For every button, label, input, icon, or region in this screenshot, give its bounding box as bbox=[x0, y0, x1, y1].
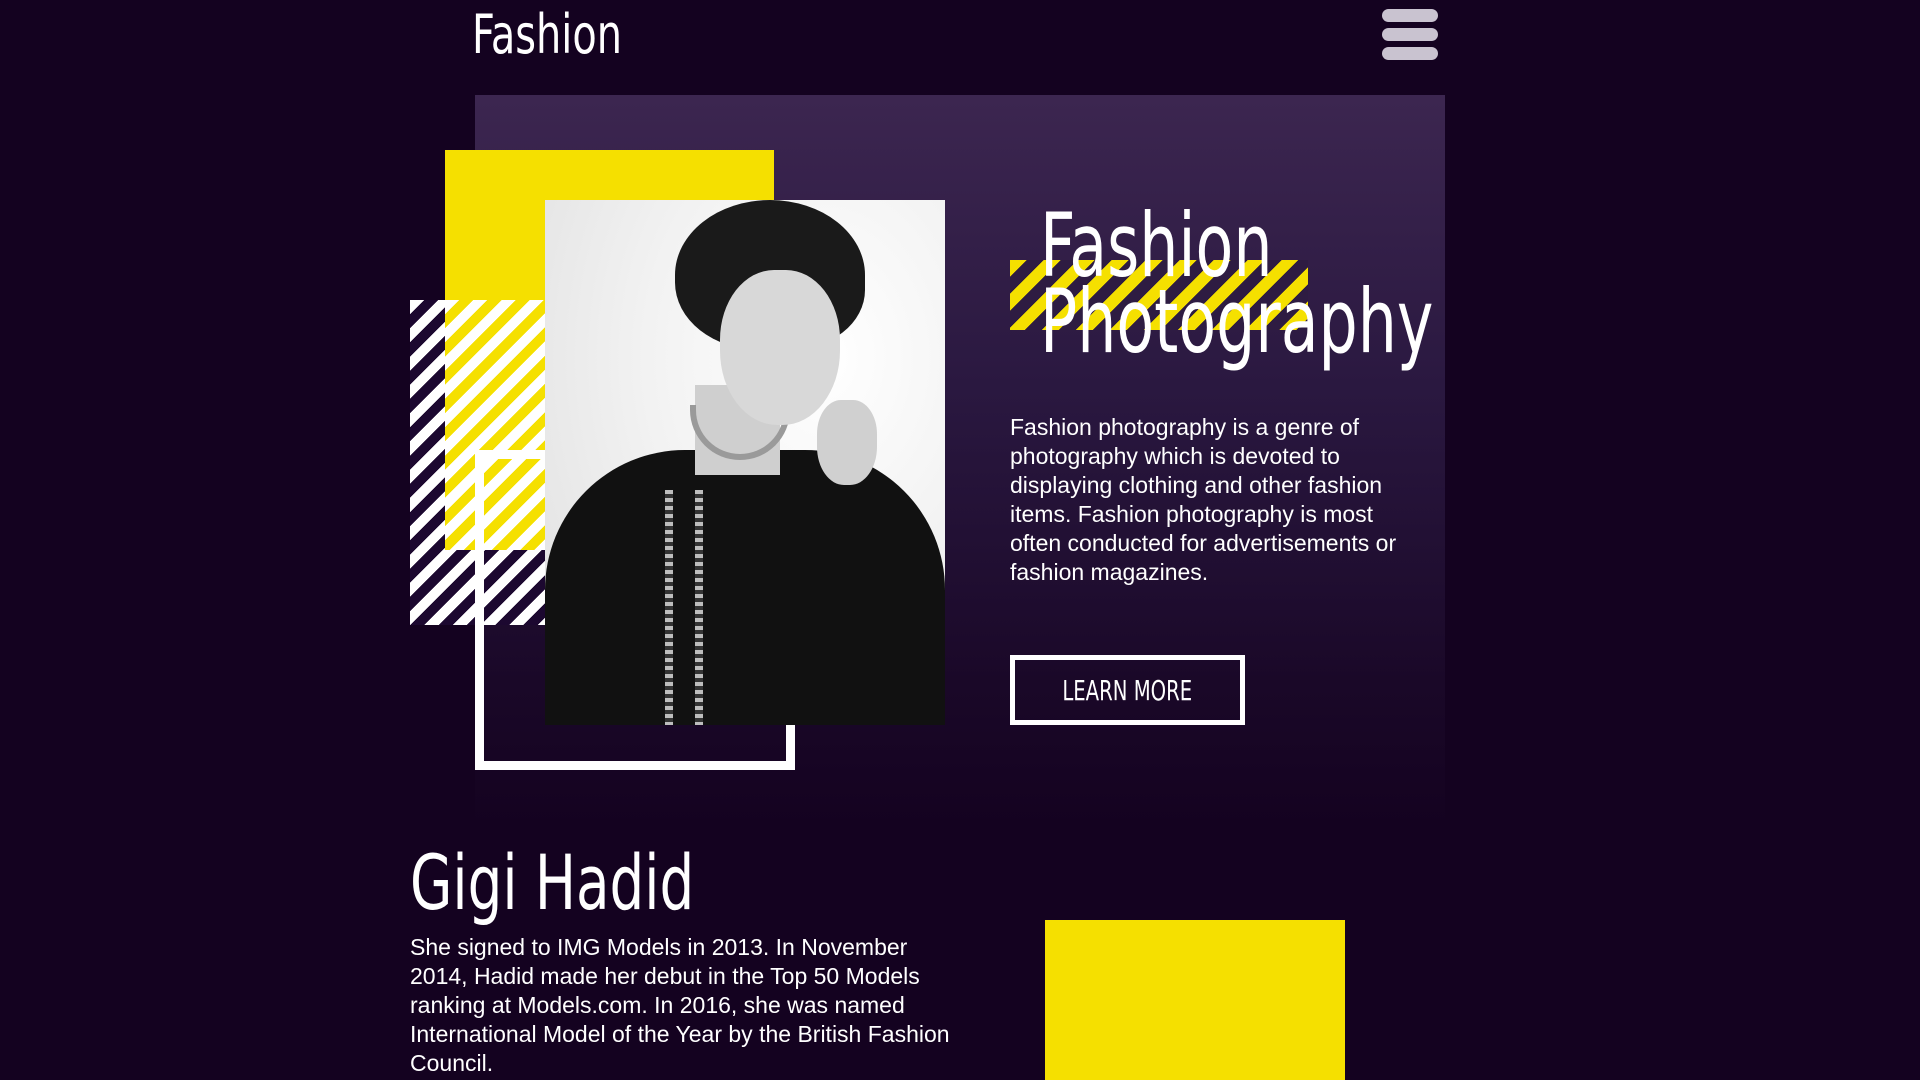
portrait-dress bbox=[545, 450, 945, 725]
menu-bar bbox=[1382, 47, 1438, 60]
learn-more-label: LEARN MORE bbox=[1062, 673, 1193, 707]
portrait-face bbox=[720, 270, 840, 425]
portrait-dress-trim bbox=[695, 490, 703, 725]
model-name-heading: Gigi Hadid bbox=[410, 838, 695, 927]
portrait-dress-trim bbox=[665, 490, 673, 725]
hero-title: Fashion Photography bbox=[1040, 202, 1434, 373]
menu-bar bbox=[1382, 9, 1438, 22]
site-logo[interactable]: Fashion bbox=[472, 0, 622, 70]
decorative-yellow-square bbox=[1045, 920, 1345, 1080]
model-portrait-image bbox=[545, 200, 945, 725]
menu-bar bbox=[1382, 28, 1438, 41]
model-bio: She signed to IMG Models in 2013. In Nov… bbox=[410, 934, 950, 1076]
hamburger-menu-icon[interactable] bbox=[1382, 8, 1438, 62]
learn-more-button[interactable]: LEARN MORE bbox=[1010, 655, 1245, 725]
portrait-hand bbox=[817, 400, 877, 485]
hero-description: Fashion photography is a genre of photog… bbox=[1010, 414, 1397, 585]
hero-title-line2: Photography bbox=[1040, 270, 1434, 373]
